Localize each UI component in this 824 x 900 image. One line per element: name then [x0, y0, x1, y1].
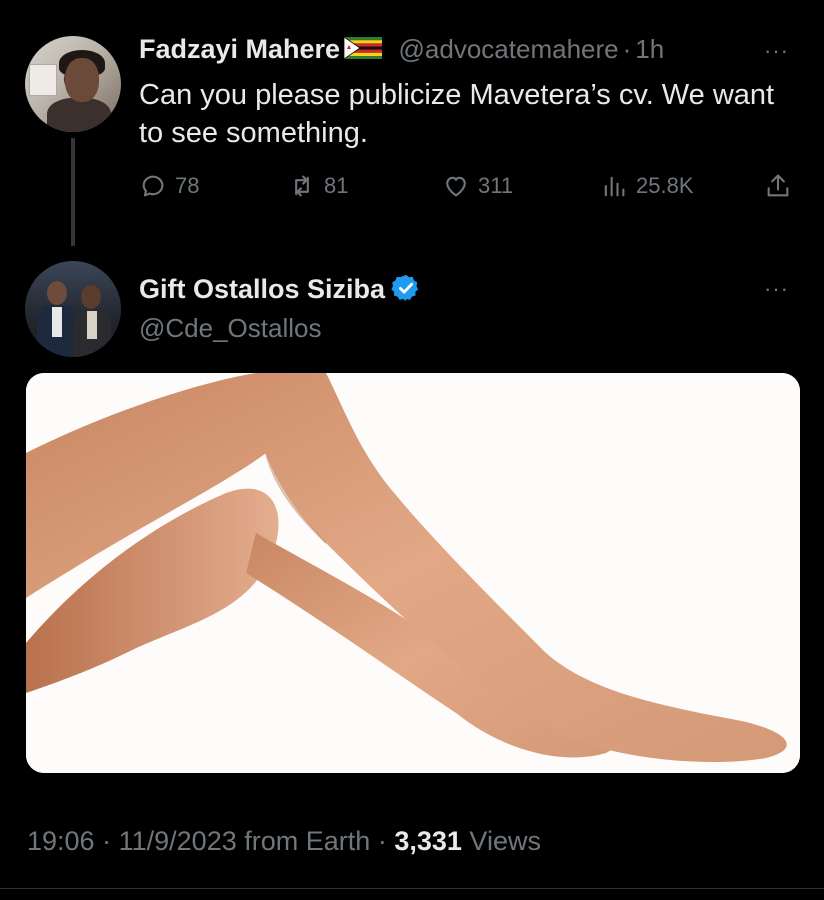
- divider: [0, 888, 824, 889]
- legs-photo: [26, 373, 800, 773]
- avatar-head-left: [47, 281, 67, 305]
- thread-connector-line: [71, 138, 75, 246]
- tweet-source: from Earth: [244, 826, 371, 856]
- verified-badge-icon: [391, 274, 419, 302]
- views-count: 25.8K: [636, 173, 694, 198]
- retweet-button[interactable]: 81: [288, 170, 348, 202]
- separator-dot: ·: [102, 826, 112, 856]
- author-name[interactable]: Fadzayi Mahere: [139, 34, 340, 64]
- views-button[interactable]: 25.8K: [600, 170, 694, 202]
- zimbabwe-flag-icon: [344, 37, 383, 59]
- views-label: Views: [469, 826, 541, 856]
- views-chart-icon: [604, 176, 625, 197]
- avatar-gift[interactable]: [25, 261, 121, 357]
- like-button[interactable]: 311: [442, 170, 513, 202]
- tweet-metadata: 19:06 · 11/9/2023 from Earth · 3,331 Vie…: [27, 826, 541, 857]
- share-button[interactable]: [764, 170, 800, 202]
- views-total: 3,331: [394, 826, 462, 856]
- share-icon: [767, 174, 789, 197]
- more-options-button[interactable]: ···: [764, 38, 789, 64]
- tweet1-header: Fadzayi Mahere @advocatemahere · 1h: [139, 34, 664, 65]
- author-handle[interactable]: @advocatemahere: [399, 34, 619, 64]
- avatar-background: [29, 64, 57, 96]
- avatar-fadzayi[interactable]: [25, 36, 121, 132]
- like-count: 311: [478, 173, 514, 198]
- tweet2-header: Gift Ostallos Siziba: [139, 273, 421, 305]
- separator-dot: ·: [622, 34, 632, 64]
- reply-icon: [142, 175, 164, 197]
- retweet-icon: [295, 175, 309, 197]
- reply-count: 78: [175, 173, 200, 198]
- tweet-date[interactable]: 11/9/2023: [119, 826, 237, 856]
- author-handle[interactable]: @Cde_Ostallos: [139, 313, 321, 344]
- avatar-shirt-left: [52, 307, 62, 337]
- author-name[interactable]: Gift Ostallos Siziba: [139, 274, 385, 304]
- tweet-time[interactable]: 1h: [635, 34, 664, 64]
- more-options-button[interactable]: ···: [764, 276, 789, 302]
- separator-dot: ·: [377, 826, 387, 856]
- avatar-body: [47, 98, 111, 132]
- heart-icon: [446, 176, 466, 197]
- retweet-count: 81: [324, 173, 349, 198]
- avatar-head-right: [81, 285, 101, 309]
- avatar-shirt-right: [87, 311, 97, 339]
- tweet-media-image[interactable]: [26, 373, 800, 773]
- reply-button[interactable]: 78: [139, 170, 199, 202]
- avatar-face: [65, 58, 99, 102]
- tweet-timestamp[interactable]: 19:06: [27, 826, 95, 856]
- tweet-text: Can you please publicize Mavetera’s cv. …: [139, 79, 775, 149]
